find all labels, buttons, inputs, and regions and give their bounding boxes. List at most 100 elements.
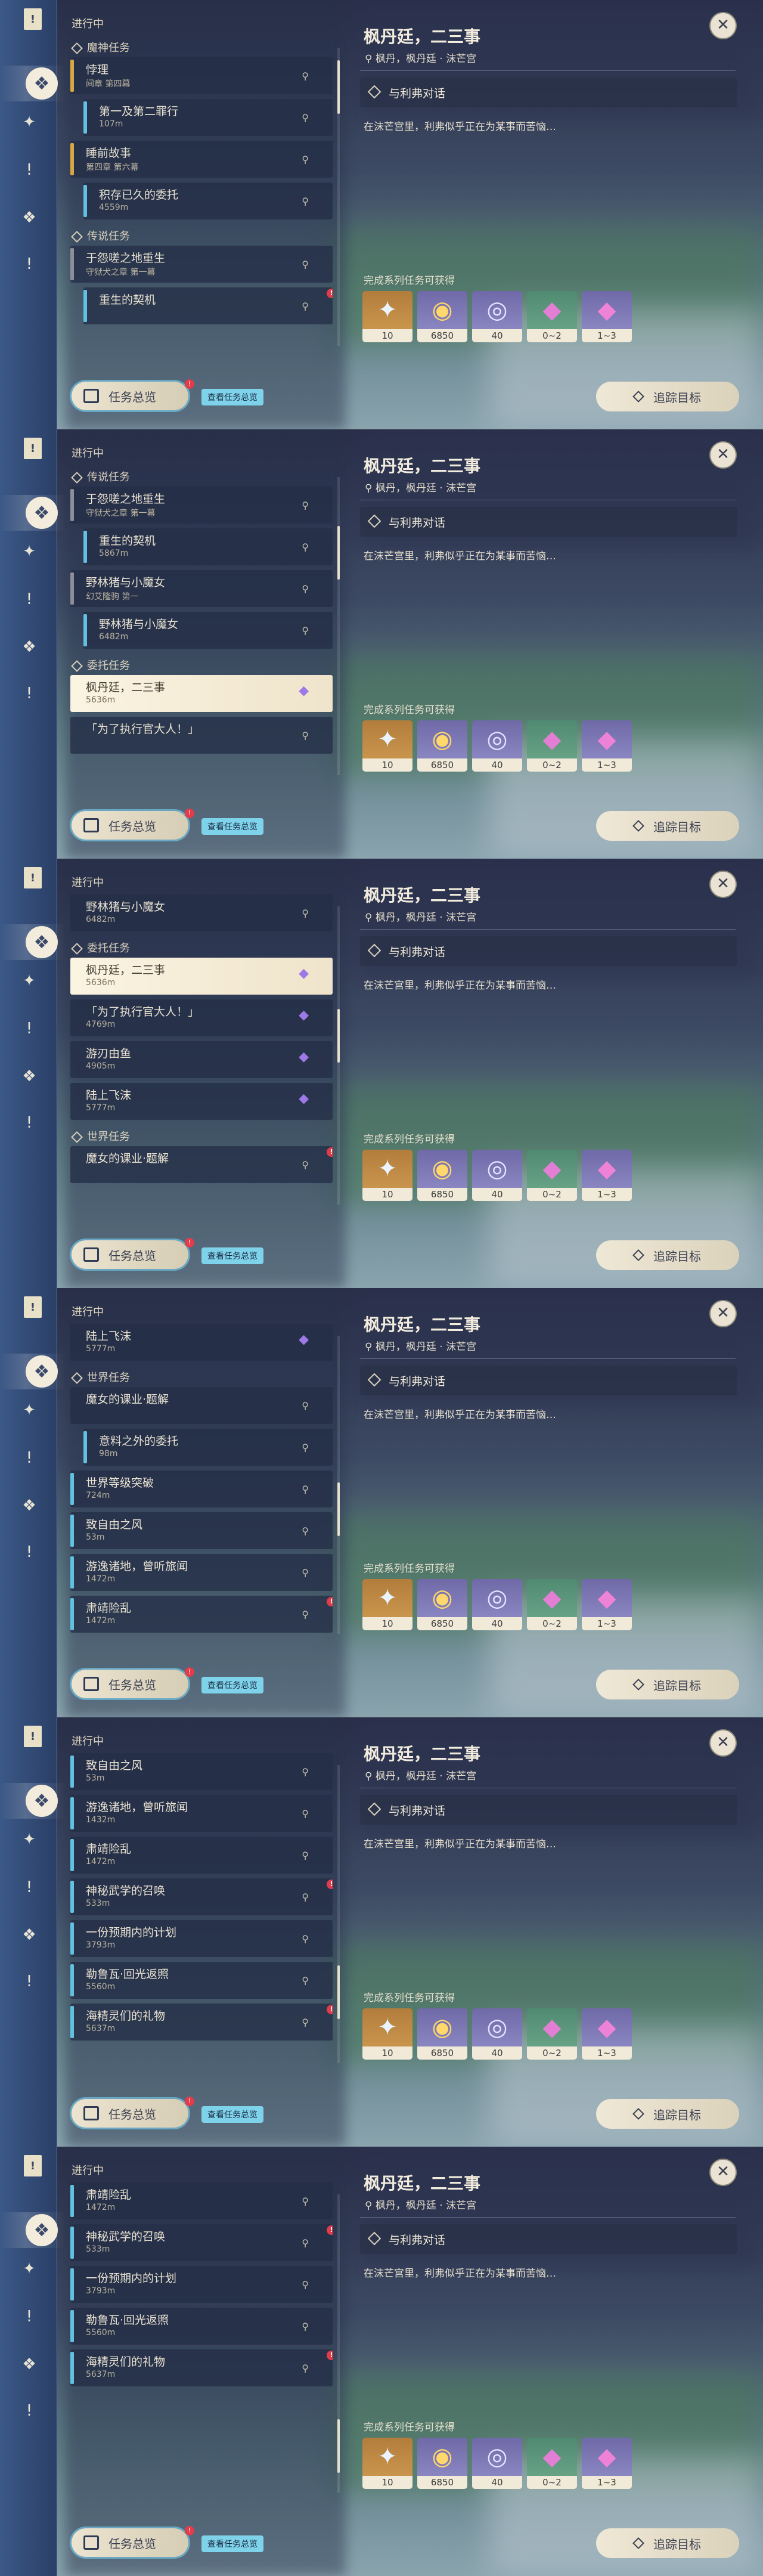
quest-item[interactable]: 魔女的课业·题解 ⚲ <box>70 1387 333 1424</box>
quest-item[interactable]: 野林猪与小魔女 6482m ⚲ <box>83 612 333 649</box>
quest-item[interactable]: 陆上飞沫 5777m ◆ <box>70 1083 333 1120</box>
reward-item[interactable]: ◎ 40 <box>472 720 522 772</box>
close-button[interactable]: ✕ <box>709 2159 737 2186</box>
reward-item[interactable]: ◆ 1~3 <box>582 2008 632 2060</box>
quest-item[interactable]: 野林猪与小魔女 6482m ⚲ <box>70 894 333 931</box>
quest-item[interactable]: 神秘武学的召唤533m⚲! <box>70 2224 333 2261</box>
commission-quest-icon[interactable]: ❖ <box>19 637 39 657</box>
commission-quest-icon[interactable]: ❖ <box>19 1496 39 1516</box>
track-target-button[interactable]: 追踪目标 <box>596 811 739 841</box>
reward-item[interactable]: ◆ 0~2 <box>527 2008 577 2060</box>
quest-item[interactable]: 游逸诸地，曾听旅闻 1432m ⚲ <box>70 1795 333 1832</box>
quest-list-scrollbar[interactable] <box>337 477 340 775</box>
commission-quest-icon[interactable]: ❖ <box>19 1925 39 1945</box>
quest-item[interactable]: 于怨嗟之地重生 守狱犬之章 第一幕 ⚲ <box>70 246 333 283</box>
track-target-button[interactable]: 追踪目标 <box>596 382 739 411</box>
reward-item[interactable]: ◉ 6850 <box>417 1579 467 1630</box>
story-quest-icon[interactable]: ! <box>19 1877 39 1897</box>
world-quest-icon[interactable]: ! <box>19 1971 39 1992</box>
quest-overview-button[interactable]: 任务总览 ! <box>72 1667 194 1698</box>
close-button[interactable]: ✕ <box>709 441 737 469</box>
track-target-button[interactable]: 追踪目标 <box>596 2528 739 2558</box>
scroll-thumb[interactable] <box>337 60 340 114</box>
reward-item[interactable]: ◆ 0~2 <box>527 1150 577 1201</box>
story-quest-icon[interactable]: ! <box>19 1018 39 1039</box>
reward-item[interactable]: ◆ 0~2 <box>527 291 577 342</box>
reward-item[interactable]: ◆ 1~3 <box>582 1150 632 1201</box>
story-quest-icon[interactable]: ! <box>19 2306 39 2327</box>
quest-list-scrollbar[interactable] <box>337 906 340 1205</box>
archon-quest-icon[interactable]: ✦ <box>19 971 39 991</box>
quest-item[interactable]: 神秘武学的召唤533m⚲! <box>70 1878 333 1915</box>
quest-overview-button[interactable]: 任务总览 ! <box>72 809 194 840</box>
reward-item[interactable]: ✦ 10 <box>362 291 412 342</box>
reward-item[interactable]: ✦ 10 <box>362 1579 412 1630</box>
tab-all-quests[interactable]: ❖ <box>0 2212 66 2248</box>
track-target-button[interactable]: 追踪目标 <box>596 1240 739 1270</box>
archon-quest-icon[interactable]: ✦ <box>19 541 39 562</box>
track-target-button[interactable]: 追踪目标 <box>596 2099 739 2129</box>
quest-item[interactable]: 肃靖险乱1472m ⚲! <box>70 1596 333 1633</box>
quest-item[interactable]: 海精灵们的礼物5637m⚲! <box>70 2349 333 2386</box>
reward-item[interactable]: ◉ 6850 <box>417 2008 467 2060</box>
archon-quest-icon[interactable]: ✦ <box>19 1829 39 1850</box>
scroll-thumb[interactable] <box>337 1965 340 2019</box>
world-quest-icon[interactable]: ! <box>19 1542 39 1562</box>
reward-item[interactable]: ◎ 40 <box>472 1150 522 1201</box>
quest-list-scrollbar[interactable] <box>337 1336 340 1634</box>
scroll-thumb[interactable] <box>337 2419 340 2473</box>
quest-book-icon[interactable]: ! <box>24 867 42 888</box>
quest-item[interactable]: 积存已久的委托 4559m ⚲ <box>83 182 333 219</box>
reward-item[interactable]: ◆ 1~3 <box>582 291 632 342</box>
quest-item[interactable]: 海精灵们的礼物5637m⚲! <box>70 2004 333 2041</box>
quest-list-scrollbar[interactable] <box>337 1765 340 2063</box>
world-quest-icon[interactable]: ! <box>19 254 39 274</box>
reward-item[interactable]: ◆ 1~3 <box>582 720 632 772</box>
quest-item[interactable]: 睡前故事 第四章 第六幕 ⚲ <box>70 141 333 178</box>
scroll-thumb[interactable] <box>337 526 340 580</box>
quest-list[interactable]: 致自由之风 53m ⚲ 游逸诸地，曾听旅闻 1432m ⚲ 肃靖险乱 1472m ⚲ 神秘武学的召… <box>70 1753 333 2087</box>
close-button[interactable]: ✕ <box>709 871 737 898</box>
close-button[interactable]: ✕ <box>709 1729 737 1757</box>
quest-item[interactable]: 「为了执行官大人！」 ⚲ <box>70 717 333 754</box>
quest-overview-button[interactable]: 任务总览 ! <box>72 2526 194 2557</box>
quest-item[interactable]: 勒鲁瓦·回光返照 5560m ⚲ <box>70 1962 333 1999</box>
archon-quest-icon[interactable]: ✦ <box>19 1400 39 1420</box>
quest-book-icon[interactable]: ! <box>24 1726 42 1747</box>
scroll-thumb[interactable] <box>337 1009 340 1063</box>
quest-item[interactable]: 重生的契机 ⚲! <box>83 287 333 324</box>
reward-item[interactable]: ◉ 6850 <box>417 720 467 772</box>
reward-item[interactable]: ✦ 10 <box>362 1150 412 1201</box>
view-overview-hint[interactable]: 查看任务总览 <box>201 2106 263 2123</box>
reward-item[interactable]: ◉ 6850 <box>417 2438 467 2489</box>
quest-overview-button[interactable]: 任务总览 ! <box>72 379 194 410</box>
quest-item[interactable]: 第一及第二罪行 107m ⚲ <box>83 99 333 136</box>
reward-item[interactable]: ◉ 6850 <box>417 1150 467 1201</box>
quest-item[interactable]: 于怨嗟之地重生 守狱犬之章 第一幕 ⚲ <box>70 487 333 524</box>
reward-item[interactable]: ◆ 1~3 <box>582 2438 632 2489</box>
quest-item[interactable]: 肃靖险乱 1472m ⚲ <box>70 2182 333 2219</box>
quest-book-icon[interactable]: ! <box>24 438 42 459</box>
commission-quest-icon[interactable]: ❖ <box>19 2354 39 2374</box>
tab-all-quests[interactable]: ❖ <box>0 924 66 960</box>
tab-all-quests[interactable]: ❖ <box>0 66 66 101</box>
reward-item[interactable]: ◎ 40 <box>472 2438 522 2489</box>
reward-item[interactable]: ◎ 40 <box>472 2008 522 2060</box>
commission-quest-icon[interactable]: ❖ <box>19 208 39 228</box>
quest-list-scrollbar[interactable] <box>337 2194 340 2493</box>
quest-item[interactable]: 魔女的课业·题解 ⚲! <box>70 1146 333 1183</box>
reward-item[interactable]: ◆ 0~2 <box>527 2438 577 2489</box>
quest-item[interactable]: 意料之外的委托 98m ⚲ <box>83 1429 333 1466</box>
story-quest-icon[interactable]: ! <box>19 589 39 609</box>
scroll-thumb[interactable] <box>337 1482 340 1536</box>
world-quest-icon[interactable]: ! <box>19 2401 39 2421</box>
tab-all-quests[interactable]: ❖ <box>0 495 66 531</box>
view-overview-hint[interactable]: 查看任务总览 <box>201 818 263 835</box>
quest-item[interactable]: 致自由之风 53m ⚲ <box>70 1753 333 1790</box>
tab-all-quests[interactable]: ❖ <box>0 1783 66 1819</box>
archon-quest-icon[interactable]: ✦ <box>19 112 39 132</box>
story-quest-icon[interactable]: ! <box>19 1448 39 1468</box>
world-quest-icon[interactable]: ! <box>19 1113 39 1133</box>
quest-item[interactable]: 肃靖险乱 1472m ⚲ <box>70 1837 333 1874</box>
close-button[interactable]: ✕ <box>709 1300 737 1327</box>
